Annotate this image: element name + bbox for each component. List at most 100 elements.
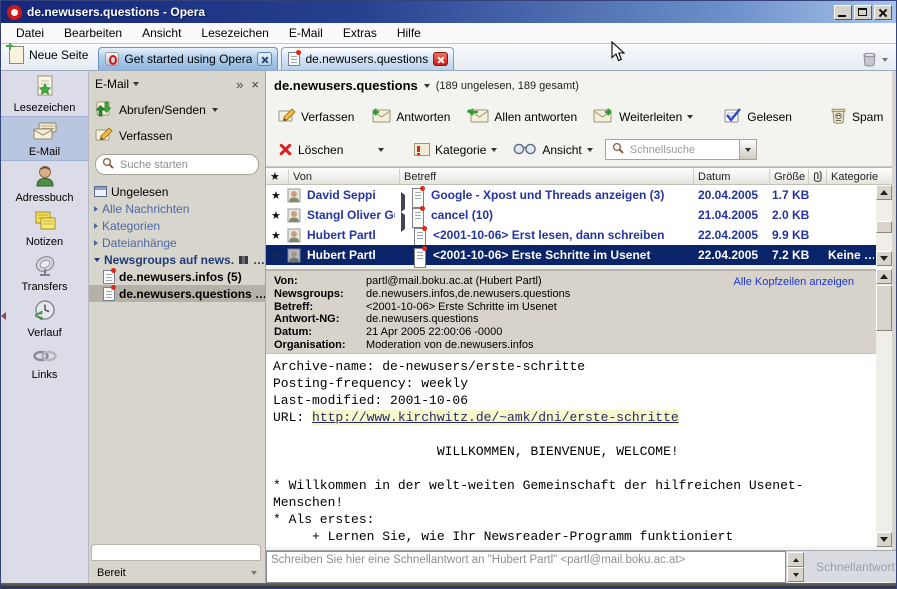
star-icon[interactable]: ★ xyxy=(271,245,281,265)
tree-item-ungelesen[interactable]: Ungelesen xyxy=(89,183,265,200)
forward-dropdown-icon[interactable] xyxy=(687,115,693,119)
scroll-down-button[interactable] xyxy=(876,251,892,266)
scroll-thumb[interactable] xyxy=(876,285,892,331)
reply-all-button[interactable]: Allen antworten xyxy=(462,105,581,128)
menu-datei[interactable]: Datei xyxy=(7,24,53,42)
new-page-button[interactable]: Neue Seite xyxy=(1,43,98,70)
compose-message-button[interactable]: Verfassen xyxy=(274,105,358,128)
newsgroup-dropdown-icon[interactable] xyxy=(424,84,430,88)
expand-arrow-icon[interactable] xyxy=(94,240,98,246)
tree-item-alle-nachrichten[interactable]: Alle Nachrichten xyxy=(89,200,265,217)
expand-arrow-icon[interactable] xyxy=(94,223,98,229)
titlebar: de.newusers.questions - Opera xyxy=(1,1,896,23)
scroll-up-button[interactable] xyxy=(876,185,892,200)
body-url-link[interactable]: http://www.kirchwitz.de/~amk/dni/erste-s… xyxy=(312,410,679,425)
column-von[interactable]: Von xyxy=(288,169,399,184)
tab-close-icon[interactable] xyxy=(257,52,272,66)
maximize-button[interactable] xyxy=(854,5,872,20)
quick-reply-input[interactable] xyxy=(266,551,786,583)
panel-close-icon[interactable]: × xyxy=(251,77,259,92)
column-attachment[interactable] xyxy=(808,169,826,184)
trash-dropdown-icon[interactable] xyxy=(882,58,888,62)
panel-search-box[interactable] xyxy=(95,154,259,175)
column-kategorie[interactable]: Kategorie xyxy=(826,169,876,184)
panel-search-input[interactable] xyxy=(118,158,252,172)
message-list-scrollbar[interactable] xyxy=(876,185,892,266)
panel-collapse-handle[interactable] xyxy=(1,309,6,323)
sidebar-item-notizen[interactable]: Notizen xyxy=(1,206,88,251)
send-receive-dropdown-icon[interactable] xyxy=(212,108,218,112)
scroll-thumb[interactable] xyxy=(876,221,892,233)
tree-item-dateianhaenge[interactable]: Dateianhänge xyxy=(89,234,265,251)
quicksearch-box[interactable] xyxy=(605,139,757,160)
scroll-down-button[interactable] xyxy=(876,532,892,547)
sidebar-item-adressbuch[interactable]: Adressbuch xyxy=(1,161,88,206)
pencil-icon xyxy=(95,126,113,145)
spin-down-button[interactable] xyxy=(787,567,804,582)
message-row[interactable]: ★ Hubert Partl <2001-10-06> Erst lesen, … xyxy=(266,225,892,245)
collapse-arrow-icon[interactable] xyxy=(94,258,100,262)
mail-folder-tree: Ungelesen Alle Nachrichten Kategorien Da… xyxy=(89,183,265,302)
menu-hilfe[interactable]: Hilfe xyxy=(388,24,430,42)
tab-close-icon[interactable] xyxy=(433,52,448,66)
minimize-button[interactable] xyxy=(834,5,852,20)
column-datum[interactable]: Datum xyxy=(693,169,769,184)
menu-extras[interactable]: Extras xyxy=(334,24,386,42)
sidebar-item-links[interactable]: Links xyxy=(1,341,88,386)
category-dropdown-icon[interactable] xyxy=(491,148,497,152)
send-receive-label: Abrufen/Senden xyxy=(119,103,206,117)
delete-button[interactable]: Löschen xyxy=(274,140,370,159)
message-size: 1.7 KB xyxy=(772,185,809,205)
tree-item-kategorien[interactable]: Kategorien xyxy=(89,217,265,234)
column-groesse[interactable]: Größe xyxy=(769,169,808,184)
spam-button[interactable]: Spam xyxy=(826,105,887,129)
quick-reply-button[interactable]: Schnellantwort xyxy=(813,551,897,583)
delete-dropdown-icon[interactable] xyxy=(378,148,384,152)
category-button[interactable]: Kategorie xyxy=(410,141,501,159)
star-icon[interactable]: ★ xyxy=(271,205,281,225)
forward-button[interactable]: Weiterleiten xyxy=(589,105,697,128)
sidebar-item-email[interactable]: E-Mail xyxy=(1,116,88,161)
message-row[interactable]: ★ David Seppi Google - Xpost und Threads… xyxy=(266,185,892,205)
menu-bearbeiten[interactable]: Bearbeiten xyxy=(55,24,131,42)
tree-item-newsgroups-server[interactable]: Newsgroups auf news.… xyxy=(89,251,265,268)
newsgroup-icon xyxy=(103,270,115,284)
quicksearch-dropdown-button[interactable] xyxy=(739,140,756,159)
sidebar-item-verlauf[interactable]: Verlauf xyxy=(1,296,88,341)
tab-get-started[interactable]: Get started using Opera xyxy=(98,47,278,70)
reply-button[interactable]: Antworten xyxy=(366,105,454,128)
tree-item-de-newusers-questions[interactable]: de.newusers.questions … xyxy=(89,285,265,302)
status-dropdown-icon[interactable] xyxy=(251,571,257,575)
panel-title-dropdown-icon[interactable] xyxy=(133,82,139,86)
sidebar-item-lesezeichen[interactable]: Lesezeichen xyxy=(1,71,88,116)
show-all-headers-link[interactable]: Alle Kopfzeilen anzeigen xyxy=(734,276,854,288)
spin-up-button[interactable] xyxy=(787,552,804,567)
column-flag[interactable]: ★ xyxy=(266,169,288,184)
tree-item-de-newusers-infos[interactable]: de.newusers.infos (5) xyxy=(89,268,265,285)
satellite-dish-icon xyxy=(33,255,57,280)
message-pane-scrollbar[interactable] xyxy=(876,269,892,547)
trash-icon[interactable] xyxy=(861,50,878,70)
message-body: Archive-name: de-newusers/erste-schritte… xyxy=(266,353,876,547)
scroll-up-button[interactable] xyxy=(876,269,892,284)
menu-lesezeichen[interactable]: Lesezeichen xyxy=(192,24,277,42)
menu-email[interactable]: E-Mail xyxy=(280,24,332,42)
view-button[interactable]: Ansicht xyxy=(509,140,596,160)
expand-arrow-icon[interactable] xyxy=(94,206,98,212)
message-row-selected[interactable]: ★ Hubert Partl <2001-10-06> Erste Schrit… xyxy=(266,245,892,265)
tab-newusers-questions[interactable]: de.newusers.questions xyxy=(281,47,454,70)
quicksearch-input[interactable] xyxy=(628,143,728,157)
send-receive-button[interactable]: Abrufen/Senden xyxy=(89,97,265,123)
message-row[interactable]: ★ Stangl Oliver Gue… cancel (10) 21.04.2… xyxy=(266,205,892,225)
star-icon[interactable]: ★ xyxy=(271,225,281,245)
compose-button[interactable]: Verfassen xyxy=(89,123,265,148)
view-dropdown-icon[interactable] xyxy=(587,148,593,152)
panel-expand-icon[interactable]: » xyxy=(236,77,243,92)
mark-read-button[interactable]: Gelesen xyxy=(719,105,796,129)
body-line: * Als erstes: xyxy=(273,511,876,528)
star-icon[interactable]: ★ xyxy=(271,185,281,205)
column-betreff[interactable]: Betreff xyxy=(399,169,693,184)
sidebar-item-transfers[interactable]: Transfers xyxy=(1,251,88,296)
menu-ansicht[interactable]: Ansicht xyxy=(133,24,190,42)
close-button[interactable] xyxy=(874,5,892,20)
